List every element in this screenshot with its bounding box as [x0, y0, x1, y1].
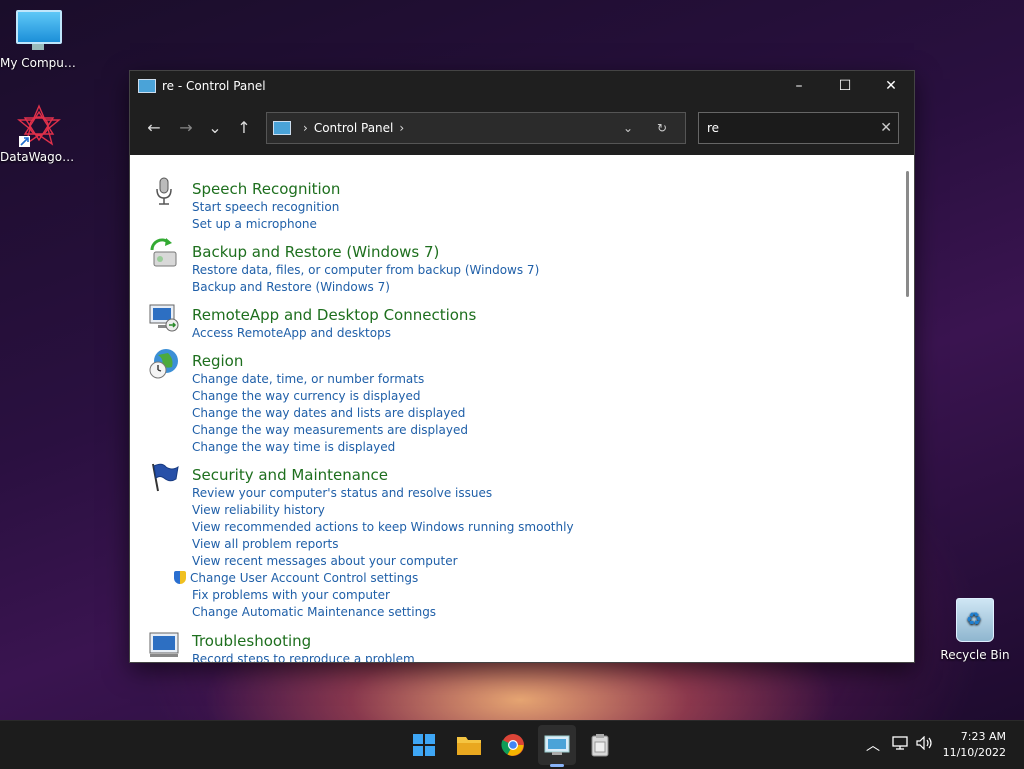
breadcrumb-control-panel[interactable]: Control Panel — [314, 121, 394, 135]
result-link[interactable]: Fix problems with your computer — [192, 587, 792, 604]
troubleshooting-icon — [148, 627, 180, 659]
taskbar: ︿ 7:23 AM 11/10/2022 — [0, 720, 1024, 769]
desktop-icon-label: My Computer — [0, 56, 78, 70]
result-title[interactable]: Backup and Restore (Windows 7) — [192, 242, 792, 262]
breadcrumb-separator[interactable]: › — [303, 121, 308, 135]
result-link[interactable]: Change the way time is displayed — [192, 439, 792, 456]
flag-icon — [148, 461, 180, 493]
desktop-icon-my-computer[interactable]: My Computer — [0, 10, 78, 70]
desktop-icon-recycle-bin[interactable]: ♻ Recycle Bin — [936, 598, 1014, 662]
result-link[interactable]: View recommended actions to keep Windows… — [192, 519, 792, 536]
result-link[interactable]: View recent messages about your computer — [192, 553, 792, 570]
back-button[interactable]: ← — [138, 112, 170, 144]
volume-icon[interactable] — [916, 735, 934, 754]
backup-restore-icon — [148, 238, 180, 270]
result-link[interactable]: Change Automatic Maintenance settings — [192, 604, 792, 621]
clock-date: 11/10/2022 — [942, 746, 1006, 759]
close-button[interactable]: ✕ — [868, 71, 914, 100]
result-link[interactable]: Access RemoteApp and desktops — [192, 325, 792, 342]
result-title[interactable]: Troubleshooting — [192, 631, 792, 651]
network-icon[interactable] — [892, 736, 908, 754]
result-link[interactable]: Set up a microphone — [192, 216, 792, 233]
result-title[interactable]: Security and Maintenance — [192, 465, 792, 485]
result-link[interactable]: Backup and Restore (Windows 7) — [192, 279, 792, 296]
uac-shield-icon — [174, 571, 186, 584]
desktop-icon-label: DataWagon... — [0, 150, 78, 164]
result-link-uac[interactable]: Change User Account Control settings — [174, 570, 792, 587]
start-button[interactable] — [409, 730, 439, 760]
scrollbar-thumb[interactable] — [906, 171, 909, 297]
result-link[interactable]: Change the way measurements are displaye… — [192, 422, 792, 439]
vertical-scrollbar[interactable] — [902, 155, 914, 662]
address-bar[interactable]: › Control Panel › ⌄ ↻ — [266, 111, 686, 144]
title-bar[interactable]: re - Control Panel – ☐ ✕ — [130, 71, 914, 100]
result-link[interactable]: Record steps to reproduce a problem — [192, 651, 792, 662]
result-title[interactable]: Region — [192, 351, 792, 371]
result-title[interactable]: RemoteApp and Desktop Connections — [192, 305, 792, 325]
clipboard-app-icon — [591, 734, 609, 757]
up-button[interactable]: ↑ — [228, 112, 260, 144]
microphone-icon — [148, 175, 180, 207]
search-input[interactable] — [705, 119, 881, 136]
address-dropdown-button[interactable]: ⌄ — [611, 121, 645, 135]
result-link[interactable]: Change date, time, or number formats — [192, 371, 792, 388]
window-title: re - Control Panel — [162, 78, 266, 93]
result-link[interactable]: Review your computer's status and resolv… — [192, 485, 792, 502]
result-link-label: Change User Account Control settings — [190, 571, 419, 585]
result-link[interactable]: Start speech recognition — [192, 199, 792, 216]
forward-button[interactable]: → — [170, 112, 202, 144]
desktop-icon-label: Recycle Bin — [940, 648, 1010, 662]
result-link[interactable]: Change the way currency is displayed — [192, 388, 792, 405]
desktop-icon-datawagon[interactable]: DataWagon... — [0, 104, 78, 164]
result-link[interactable]: View all problem reports — [192, 536, 792, 553]
result-link[interactable]: Restore data, files, or computer from ba… — [192, 262, 792, 279]
search-results: Speech Recognition Start speech recognit… — [130, 155, 902, 662]
minimize-button[interactable]: – — [776, 71, 822, 100]
maximize-button[interactable]: ☐ — [822, 71, 868, 100]
address-toolbar: ← → ⌄ ↑ › Control Panel › ⌄ ↻ ✕ — [130, 100, 914, 155]
file-explorer-button[interactable] — [454, 730, 484, 760]
windows-logo-icon — [413, 734, 435, 756]
clock[interactable]: 7:23 AM 11/10/2022 — [943, 729, 1006, 761]
control-panel-window: re - Control Panel – ☐ ✕ ← → ⌄ ↑ › Contr… — [130, 71, 914, 662]
chrome-button[interactable] — [498, 730, 528, 760]
control-panel-taskbar-button[interactable] — [542, 730, 572, 760]
clock-time: 7:23 AM — [960, 730, 1006, 743]
remote-desktop-icon — [148, 301, 180, 333]
system-tray: ︿ — [864, 721, 934, 769]
globe-clock-icon — [148, 347, 180, 379]
refresh-button[interactable]: ↻ — [645, 121, 679, 135]
result-link[interactable]: View reliability history — [192, 502, 792, 519]
folder-icon — [457, 737, 481, 755]
datawagon-logo-icon — [17, 104, 61, 148]
control-panel-icon — [273, 120, 291, 135]
app-taskbar-button[interactable] — [585, 730, 615, 760]
breadcrumb-separator[interactable]: › — [399, 121, 404, 135]
clear-search-button[interactable]: ✕ — [880, 120, 892, 136]
show-hidden-icons-button[interactable]: ︿ — [864, 735, 882, 755]
computer-icon — [16, 10, 62, 50]
recent-locations-button[interactable]: ⌄ — [202, 112, 228, 144]
control-panel-icon — [544, 735, 570, 755]
result-link[interactable]: Change the way dates and lists are displ… — [192, 405, 792, 422]
result-title[interactable]: Speech Recognition — [192, 179, 792, 199]
search-box[interactable]: ✕ — [698, 111, 899, 144]
control-panel-icon — [138, 78, 156, 93]
chrome-icon — [501, 734, 524, 756]
recycle-bin-icon: ♻ — [956, 598, 994, 642]
